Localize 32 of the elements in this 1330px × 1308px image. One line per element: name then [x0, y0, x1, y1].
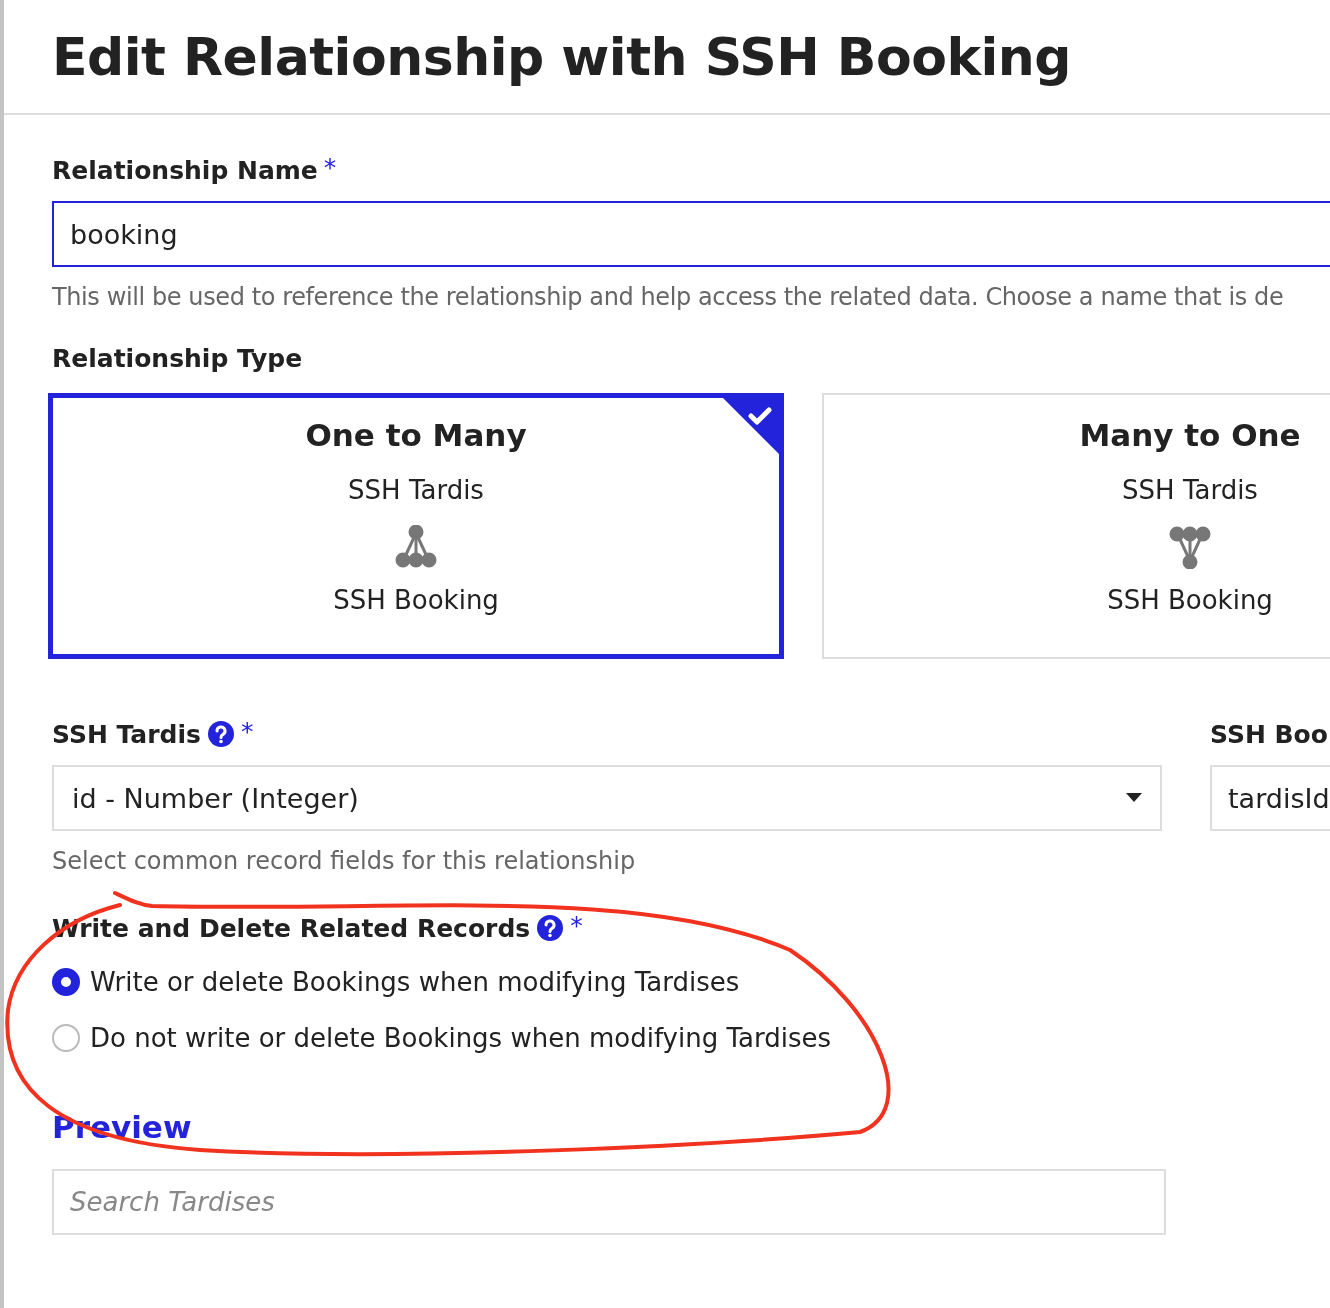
required-mark: *: [323, 153, 337, 182]
required-mark: *: [570, 911, 583, 940]
entity-name: SSH Tardis: [348, 475, 484, 505]
field-input[interactable]: tardisId: [1210, 765, 1330, 831]
field-label: SSH Tardis: [52, 719, 201, 749]
check-icon: [723, 398, 779, 454]
card-title: One to Many: [305, 417, 527, 453]
radio-button[interactable]: [52, 968, 80, 996]
radio-label[interactable]: Write or delete Bookings when modifying Tardises: [90, 967, 740, 997]
relationship-name-input[interactable]: booking: [52, 201, 1330, 267]
field-label: SSH Boo: [1210, 719, 1328, 749]
card-title: Many to One: [1079, 417, 1301, 453]
many-to-one-icon: [1168, 525, 1212, 569]
relationship-type-card[interactable]: One to Many SSH Tardis SSH Booking: [48, 393, 784, 659]
entity-name: SSH Booking: [1107, 585, 1273, 615]
help-icon[interactable]: [206, 720, 235, 748]
help-text: Select common record fields for this relationship: [52, 847, 636, 875]
page-title: Edit Relationship with SSH Booking: [52, 26, 1072, 87]
field-label: Relationship Type: [52, 343, 303, 373]
caret-icon: [1126, 793, 1142, 803]
entity-name: SSH Booking: [333, 585, 499, 615]
radio-label[interactable]: Do not write or delete Bookings when modifying Tardises: [90, 1023, 831, 1053]
radio-button[interactable]: [52, 1024, 80, 1052]
field-label: Relationship Name: [52, 155, 318, 185]
field-dropdown[interactable]: id - Number (Integer): [52, 765, 1162, 831]
one-to-many-icon: [394, 525, 438, 569]
entity-name: SSH Tardis: [1122, 475, 1258, 505]
help-text: This will be used to reference the relationship and help access the related data. Choose a name that is de: [52, 283, 1284, 311]
help-icon[interactable]: [536, 914, 565, 942]
relationship-type-card[interactable]: Many to One SSH Tardis SSH Booking: [822, 393, 1330, 659]
search-field[interactable]: Search Tardises: [52, 1169, 1166, 1235]
required-mark: *: [240, 717, 254, 746]
